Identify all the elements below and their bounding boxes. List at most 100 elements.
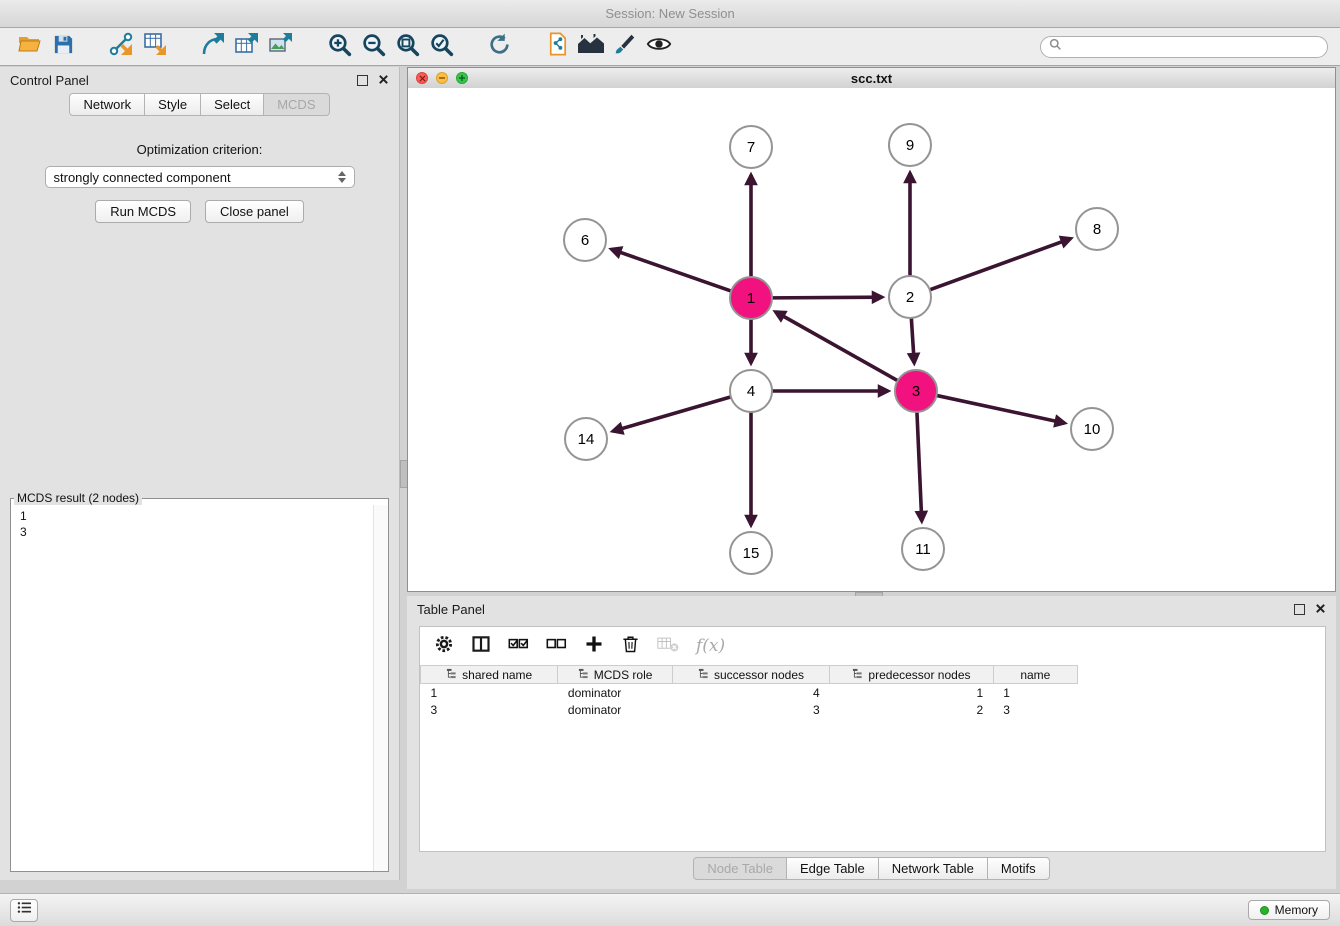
tab-network-table[interactable]: Network Table (879, 857, 988, 880)
close-panel-icon[interactable] (1315, 602, 1326, 617)
column-header-name[interactable]: name (993, 666, 1077, 684)
table-cell: 3 (993, 701, 1077, 718)
zoom-fit-button[interactable] (390, 31, 424, 63)
tab-node-table[interactable]: Node Table (693, 857, 787, 880)
float-panel-icon[interactable] (1294, 604, 1305, 615)
window-controls (416, 72, 468, 84)
column-label: shared name (462, 668, 532, 682)
import-network-icon (108, 31, 134, 62)
memory-button[interactable]: Memory (1248, 900, 1330, 920)
import-network-button[interactable] (104, 31, 138, 63)
open-folder-icon (16, 32, 42, 61)
table-cell: 1 (421, 684, 558, 702)
run-mcds-button[interactable]: Run MCDS (95, 200, 191, 223)
table-row[interactable]: 3dominator323 (421, 701, 1078, 718)
mcds-result-list: 1 3 (11, 505, 388, 543)
close-panel-button[interactable]: Close panel (205, 200, 304, 223)
graph-node-label: 2 (906, 289, 914, 306)
add-column-icon[interactable] (584, 634, 604, 659)
tab-mcds[interactable]: MCDS (264, 93, 329, 116)
export-image-button[interactable] (264, 31, 298, 63)
column-header-successor-nodes[interactable]: successor nodes (672, 666, 829, 684)
mcds-result-line: 1 (20, 508, 379, 524)
sort-icon (446, 668, 457, 682)
select-all-icon[interactable] (508, 635, 529, 658)
style-paint-button[interactable] (608, 31, 642, 63)
main-toolbar (0, 28, 1340, 66)
export-table-button[interactable] (230, 31, 264, 63)
mcds-result-line: 3 (20, 524, 379, 540)
tab-select[interactable]: Select (201, 93, 264, 116)
graph-node-label: 9 (906, 137, 914, 154)
control-panel-title: Control Panel (10, 73, 89, 88)
column-header-mcds-role[interactable]: MCDS role (558, 666, 672, 684)
graph-edge-4-14[interactable] (613, 397, 731, 431)
close-window-icon[interactable] (416, 72, 428, 84)
column-header-predecessor-nodes[interactable]: predecessor nodes (830, 666, 993, 684)
refresh-button[interactable] (482, 31, 516, 63)
eye-icon (646, 34, 672, 59)
maximize-window-icon[interactable] (456, 72, 468, 84)
network-canvas[interactable]: 7968124314101511 (408, 88, 1335, 591)
float-panel-icon[interactable] (357, 75, 368, 86)
network-file-icon (545, 31, 570, 62)
graph-edge-1-6[interactable] (611, 249, 731, 291)
search-box[interactable] (1040, 36, 1328, 58)
show-columns-icon[interactable] (471, 634, 491, 659)
graph-node-label: 6 (581, 232, 589, 249)
memory-status-icon (1260, 906, 1269, 915)
application-window: Session: New Session (0, 0, 1340, 926)
delete-column-icon[interactable] (621, 634, 640, 659)
open-network-file-button[interactable] (540, 31, 574, 63)
graph-edge-3-11[interactable] (917, 412, 922, 521)
graph-edge-3-1[interactable] (775, 312, 897, 381)
search-input[interactable] (1068, 38, 1319, 55)
graph-node-label: 14 (578, 431, 595, 448)
tab-style[interactable]: Style (145, 93, 201, 116)
open-session-button[interactable] (12, 31, 46, 63)
export-network-button[interactable] (196, 31, 230, 63)
tab-edge-table[interactable]: Edge Table (787, 857, 879, 880)
minimize-window-icon[interactable] (436, 72, 448, 84)
table-toolbar: f(x) (420, 627, 1325, 665)
selected-option-label: strongly connected component (54, 170, 231, 185)
table-cell: 2 (830, 701, 993, 718)
close-panel-icon[interactable] (378, 73, 389, 88)
zoom-out-icon (361, 32, 386, 62)
network-window-titlebar[interactable]: scc.txt (408, 68, 1335, 89)
home-button[interactable] (574, 31, 608, 63)
tab-motifs[interactable]: Motifs (988, 857, 1050, 880)
zoom-selected-button[interactable] (424, 31, 458, 63)
table-row[interactable]: 1dominator411 (421, 684, 1078, 702)
column-label: predecessor nodes (868, 668, 970, 682)
save-session-button[interactable] (46, 31, 80, 63)
graph-edge-2-8[interactable] (930, 239, 1071, 290)
zoom-fit-icon (395, 32, 420, 62)
show-hide-panels-button[interactable] (642, 31, 676, 63)
task-history-button[interactable] (10, 899, 38, 922)
sort-icon (698, 668, 709, 682)
import-table-icon (142, 31, 168, 62)
graph-edge-1-2[interactable] (772, 297, 882, 298)
import-table-button[interactable] (138, 31, 172, 63)
export-table-icon (234, 31, 260, 62)
graph-node-label: 7 (747, 139, 755, 156)
table-settings-gear-icon[interactable] (434, 634, 454, 659)
refresh-icon (487, 32, 512, 62)
table-cell: 1 (993, 684, 1077, 702)
graph-edge-3-10[interactable] (937, 395, 1065, 423)
graph-edge-2-3[interactable] (911, 318, 914, 363)
column-header-shared-name[interactable]: shared name (421, 666, 558, 684)
memory-label: Memory (1275, 903, 1318, 917)
column-label: name (1020, 668, 1050, 682)
home-icon (577, 33, 605, 60)
zoom-out-button[interactable] (356, 31, 390, 63)
column-label: successor nodes (714, 668, 804, 682)
paint-brush-icon (613, 32, 637, 61)
graph-node-label: 8 (1093, 221, 1101, 238)
deselect-all-icon[interactable] (546, 635, 567, 658)
zoom-in-button[interactable] (322, 31, 356, 63)
result-scrollbar[interactable] (373, 505, 388, 871)
optimization-criterion-select[interactable]: strongly connected component (45, 166, 355, 188)
tab-network[interactable]: Network (69, 93, 145, 116)
